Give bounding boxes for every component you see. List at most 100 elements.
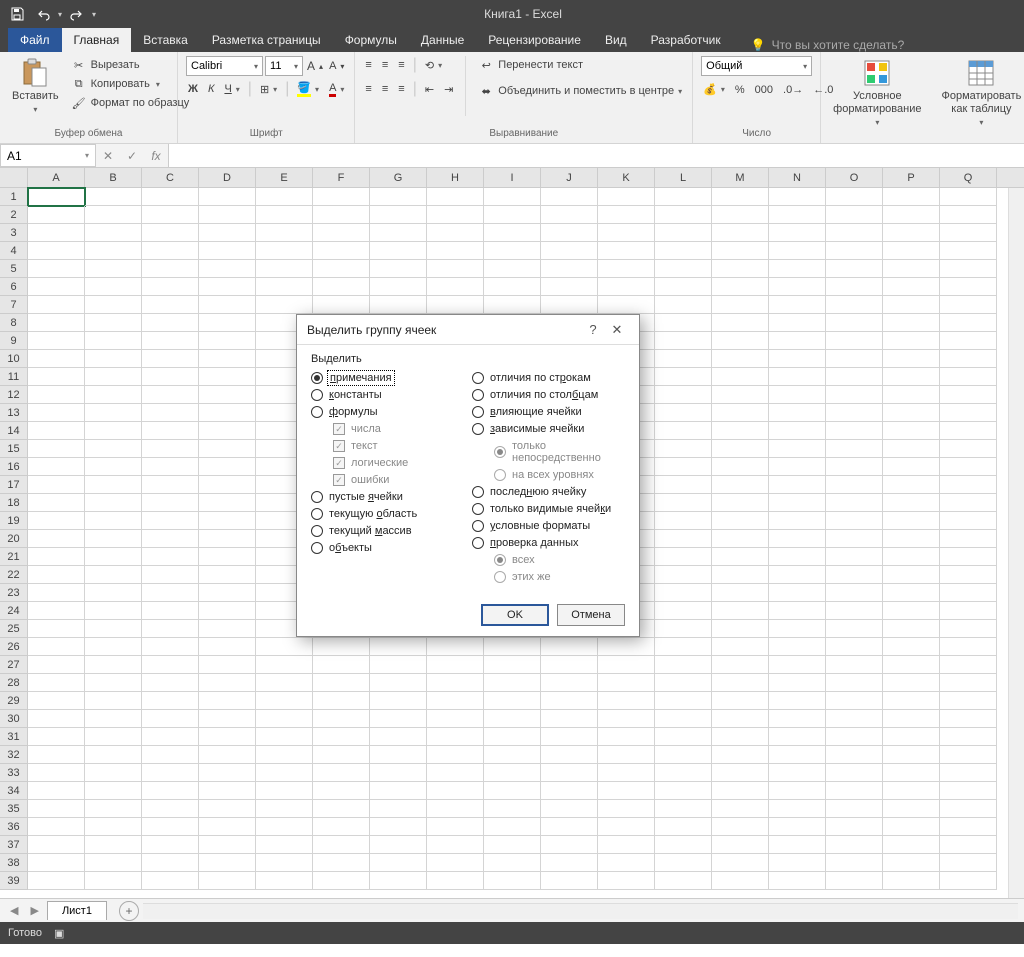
cell[interactable] — [883, 404, 940, 422]
cell[interactable] — [826, 818, 883, 836]
cell[interactable] — [541, 800, 598, 818]
cell[interactable] — [142, 566, 199, 584]
cell[interactable] — [370, 764, 427, 782]
cell[interactable] — [940, 296, 997, 314]
row-header[interactable]: 14 — [0, 422, 28, 440]
cell[interactable] — [370, 800, 427, 818]
sheet-nav-prev-icon[interactable]: ◀ — [6, 904, 22, 917]
cell[interactable] — [769, 350, 826, 368]
cell[interactable] — [769, 206, 826, 224]
row-header[interactable]: 31 — [0, 728, 28, 746]
format-as-table-button[interactable]: Форматировать как таблицу▾ — [937, 56, 1024, 130]
cell[interactable] — [598, 278, 655, 296]
formula-input[interactable] — [168, 144, 1024, 167]
cell[interactable] — [142, 332, 199, 350]
cell[interactable] — [427, 800, 484, 818]
cell[interactable] — [940, 206, 997, 224]
align-right-button[interactable]: ≡ — [396, 80, 406, 98]
cell[interactable] — [712, 674, 769, 692]
cell[interactable] — [883, 458, 940, 476]
cell[interactable] — [85, 188, 142, 206]
cell[interactable] — [883, 818, 940, 836]
cell[interactable] — [541, 782, 598, 800]
cell[interactable] — [85, 854, 142, 872]
cell[interactable] — [370, 692, 427, 710]
cell[interactable] — [28, 728, 85, 746]
cell[interactable] — [883, 710, 940, 728]
column-header[interactable]: M — [712, 168, 769, 187]
cell[interactable] — [940, 674, 997, 692]
cell[interactable] — [142, 656, 199, 674]
cell[interactable] — [655, 656, 712, 674]
cell[interactable] — [769, 566, 826, 584]
cell[interactable] — [940, 350, 997, 368]
cell[interactable] — [598, 656, 655, 674]
cell[interactable] — [484, 206, 541, 224]
row-header[interactable]: 22 — [0, 566, 28, 584]
column-header[interactable]: L — [655, 168, 712, 187]
row-header[interactable]: 1 — [0, 188, 28, 206]
cell[interactable] — [427, 296, 484, 314]
cell[interactable] — [598, 800, 655, 818]
cell[interactable] — [541, 278, 598, 296]
cell[interactable] — [655, 242, 712, 260]
tell-me-search[interactable]: 💡 Что вы хотите сделать? — [751, 38, 905, 52]
cell[interactable] — [85, 584, 142, 602]
font-name-combo[interactable]: Calibri▾ — [186, 56, 263, 76]
cell[interactable] — [256, 872, 313, 890]
cell[interactable] — [826, 548, 883, 566]
cell[interactable] — [199, 602, 256, 620]
cell[interactable] — [427, 782, 484, 800]
cell[interactable] — [712, 872, 769, 890]
cell[interactable] — [712, 692, 769, 710]
cell[interactable] — [655, 620, 712, 638]
cell[interactable] — [712, 440, 769, 458]
cell[interactable] — [484, 296, 541, 314]
cell[interactable] — [826, 314, 883, 332]
cell[interactable] — [370, 872, 427, 890]
cell[interactable] — [712, 476, 769, 494]
radio-objects[interactable]: объекты — [311, 541, 464, 555]
row-header[interactable]: 38 — [0, 854, 28, 872]
cell[interactable] — [142, 530, 199, 548]
cell[interactable] — [28, 350, 85, 368]
cell[interactable] — [28, 296, 85, 314]
cell[interactable] — [142, 800, 199, 818]
cell[interactable] — [883, 566, 940, 584]
cell[interactable] — [826, 278, 883, 296]
cell[interactable] — [199, 836, 256, 854]
cell[interactable] — [598, 854, 655, 872]
cell[interactable] — [199, 314, 256, 332]
cell[interactable] — [883, 296, 940, 314]
cell[interactable] — [883, 638, 940, 656]
cell[interactable] — [28, 746, 85, 764]
cell[interactable] — [427, 188, 484, 206]
cell[interactable] — [769, 872, 826, 890]
cell[interactable] — [484, 872, 541, 890]
cell[interactable] — [826, 206, 883, 224]
cell[interactable] — [541, 638, 598, 656]
cell[interactable] — [940, 638, 997, 656]
cell[interactable] — [28, 314, 85, 332]
cell[interactable] — [199, 278, 256, 296]
borders-button[interactable]: ⊞▾ — [258, 82, 279, 97]
row-header[interactable]: 34 — [0, 782, 28, 800]
tab-page-layout[interactable]: Разметка страницы — [200, 28, 333, 52]
decrease-indent-button[interactable]: ⇤ — [423, 80, 436, 98]
row-header[interactable]: 18 — [0, 494, 28, 512]
tab-developer[interactable]: Разработчик — [639, 28, 733, 52]
cell[interactable] — [484, 224, 541, 242]
cell[interactable] — [28, 260, 85, 278]
radio-data-validation[interactable]: проверка данных — [472, 536, 625, 550]
cell[interactable] — [199, 818, 256, 836]
cell[interactable] — [427, 242, 484, 260]
cell[interactable] — [940, 440, 997, 458]
cell[interactable] — [199, 332, 256, 350]
cell[interactable] — [655, 800, 712, 818]
row-header[interactable]: 2 — [0, 206, 28, 224]
cell[interactable] — [256, 800, 313, 818]
row-header[interactable]: 19 — [0, 512, 28, 530]
cell[interactable] — [655, 710, 712, 728]
cell[interactable] — [256, 242, 313, 260]
cell[interactable] — [940, 476, 997, 494]
